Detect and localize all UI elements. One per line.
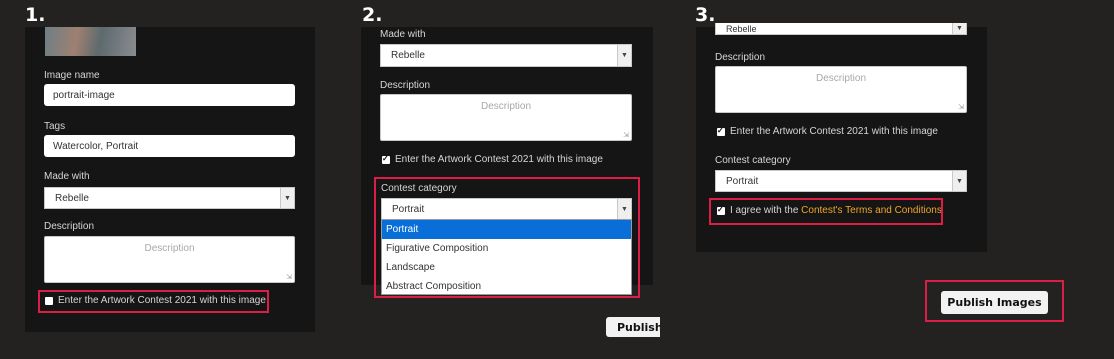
highlight-contest-entry (38, 290, 269, 313)
upload-form-panel-1: Image name portrait-image Tags Watercolo… (25, 27, 315, 332)
chevron-down-icon[interactable]: ▼ (952, 23, 966, 34)
contest-entry-checkbox-2[interactable] (382, 154, 390, 164)
description-label-3: Description (715, 52, 766, 63)
step-number-1: 1. (25, 4, 46, 26)
resize-grip-icon[interactable]: ⇲ (286, 274, 292, 281)
chevron-down-icon[interactable]: ▼ (617, 45, 631, 66)
step-number-3: 3. (695, 4, 716, 26)
made-with-value: Rebelle (55, 192, 89, 204)
made-with-value-2: Rebelle (391, 50, 425, 61)
description-textarea-2[interactable]: Description ⇲ (380, 94, 632, 141)
description-placeholder: Description (144, 243, 195, 254)
step-number-2: 2. (362, 4, 383, 26)
contest-category-select-3[interactable]: Portrait ▼ (715, 170, 967, 192)
description-textarea[interactable]: Description ⇲ (44, 236, 295, 283)
made-with-select-2[interactable]: Rebelle ▼ (380, 44, 632, 67)
description-label-2: Description (380, 80, 431, 91)
description-placeholder-2: Description (480, 101, 532, 112)
image-name-input[interactable]: portrait-image (44, 84, 295, 106)
resize-grip-icon[interactable]: ⇲ (958, 104, 964, 111)
highlight-terms-agree (709, 198, 943, 225)
made-with-select[interactable]: Rebelle ▼ (44, 187, 295, 209)
description-placeholder-3: Description (815, 73, 867, 84)
highlight-publish-button (925, 280, 1064, 322)
image-thumbnail (45, 27, 136, 56)
contest-category-value-3: Portrait (726, 175, 759, 187)
chevron-down-icon[interactable]: ▼ (280, 188, 294, 208)
contest-entry-checkbox-3[interactable] (717, 126, 725, 136)
description-label: Description (44, 221, 95, 232)
contest-entry-label-3: Enter the Artwork Contest 2021 with this… (730, 126, 938, 137)
made-with-label: Made with (44, 171, 90, 182)
made-with-select-3[interactable]: Rebelle ▼ (715, 23, 967, 35)
contest-entry-label-2: Enter the Artwork Contest 2021 with this… (395, 154, 603, 165)
made-with-value-3: Rebelle (726, 23, 757, 34)
tags-label: Tags (44, 121, 66, 132)
publish-button-partial[interactable]: Publish (606, 317, 660, 337)
image-name-label: Image name (44, 70, 100, 81)
tags-input[interactable]: Watercolor, Portrait (44, 135, 295, 157)
contest-category-label-3: Contest category (715, 155, 791, 166)
description-textarea-3[interactable]: Description ⇲ (715, 66, 967, 113)
chevron-down-icon[interactable]: ▼ (952, 171, 966, 191)
resize-grip-icon[interactable]: ⇲ (623, 132, 629, 139)
highlight-contest-category (374, 177, 640, 298)
made-with-label-2: Made with (380, 29, 426, 40)
